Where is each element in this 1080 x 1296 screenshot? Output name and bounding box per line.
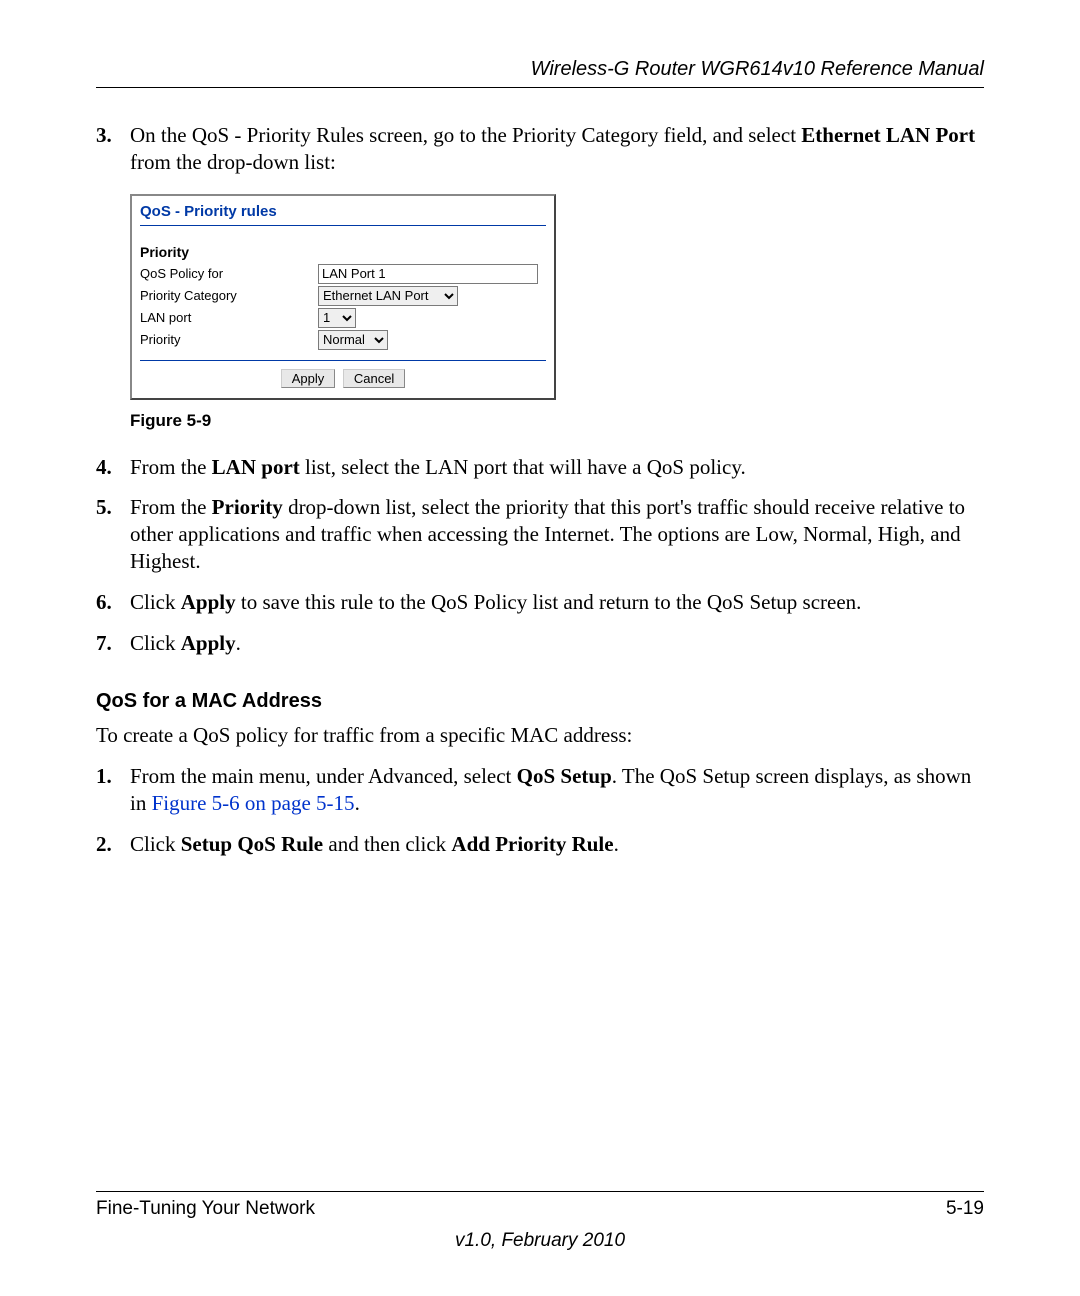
step-item: 2.Click Setup QoS Rule and then click Ad…: [96, 831, 984, 858]
priority-section-label: Priority: [140, 244, 546, 262]
priority-label: Priority: [140, 332, 318, 349]
priority-category-row: Priority Category Ethernet LAN Port: [140, 286, 546, 306]
bold-term: Apply: [181, 590, 236, 614]
page-header: Wireless-G Router WGR614v10 Reference Ma…: [96, 58, 984, 88]
footer-chapter: Fine-Tuning Your Network: [96, 1198, 315, 1220]
qos-policy-input[interactable]: [318, 264, 538, 284]
step-item: 4.From the LAN port list, select the LAN…: [96, 454, 984, 481]
apply-button[interactable]: Apply: [281, 369, 336, 388]
step-number: 5.: [96, 494, 130, 575]
qos-policy-row: QoS Policy for: [140, 264, 546, 284]
lan-port-select[interactable]: 1: [318, 308, 356, 328]
priority-category-label: Priority Category: [140, 288, 318, 305]
body-content: 3.On the QoS - Priority Rules screen, go…: [96, 122, 984, 858]
panel-divider: [140, 360, 546, 361]
page-footer: Fine-Tuning Your Network 5-19 v1.0, Febr…: [96, 1191, 984, 1252]
steps-list-a: 3.On the QoS - Priority Rules screen, go…: [96, 122, 984, 176]
step-number: 7.: [96, 630, 130, 657]
step-text: Click Apply.: [130, 630, 984, 657]
panel-title: QoS - Priority rules: [140, 196, 546, 226]
qos-priority-rules-panel: QoS - Priority rules Priority QoS Policy…: [130, 194, 556, 400]
bold-term: LAN port: [212, 455, 300, 479]
step-text: Click Apply to save this rule to the QoS…: [130, 589, 984, 616]
step-number: 2.: [96, 831, 130, 858]
cancel-button[interactable]: Cancel: [343, 369, 405, 388]
bold-term: Add Priority Rule: [451, 832, 613, 856]
priority-row: Priority Normal: [140, 330, 546, 350]
step-text: From the LAN port list, select the LAN p…: [130, 454, 984, 481]
step-text: From the main menu, under Advanced, sele…: [130, 763, 984, 817]
step-text: Click Setup QoS Rule and then click Add …: [130, 831, 984, 858]
bold-term: Apply: [181, 631, 236, 655]
step-item: 6.Click Apply to save this rule to the Q…: [96, 589, 984, 616]
cross-reference-link[interactable]: Figure 5-6 on page 5-15: [152, 791, 355, 815]
step-number: 1.: [96, 763, 130, 817]
figure-caption: Figure 5-9: [130, 410, 984, 432]
step-text: On the QoS - Priority Rules screen, go t…: [130, 122, 984, 176]
step-number: 6.: [96, 589, 130, 616]
step-item: 7.Click Apply.: [96, 630, 984, 657]
step-number: 3.: [96, 122, 130, 176]
priority-select[interactable]: Normal: [318, 330, 388, 350]
step-item: 3.On the QoS - Priority Rules screen, go…: [96, 122, 984, 176]
priority-category-select[interactable]: Ethernet LAN Port: [318, 286, 458, 306]
step-text: From the Priority drop-down list, select…: [130, 494, 984, 575]
bold-term: QoS Setup: [517, 764, 612, 788]
step-number: 4.: [96, 454, 130, 481]
lan-port-row: LAN port 1: [140, 308, 546, 328]
footer-page-number: 5-19: [946, 1198, 984, 1220]
footer-version: v1.0, February 2010: [96, 1230, 984, 1252]
step-item: 5.From the Priority drop-down list, sele…: [96, 494, 984, 575]
bold-term: Setup QoS Rule: [181, 832, 323, 856]
steps-list-b: 4.From the LAN port list, select the LAN…: [96, 454, 984, 657]
steps-list-c: 1.From the main menu, under Advanced, se…: [96, 763, 984, 858]
intro-paragraph: To create a QoS policy for traffic from …: [96, 722, 984, 749]
lan-port-label: LAN port: [140, 310, 318, 327]
bold-term: Priority: [212, 495, 283, 519]
figure-5-9: QoS - Priority rules Priority QoS Policy…: [130, 194, 984, 400]
qos-policy-label: QoS Policy for: [140, 266, 318, 283]
bold-term: Ethernet LAN Port: [801, 123, 975, 147]
subheading-qos-mac: QoS for a MAC Address: [96, 689, 984, 715]
step-item: 1.From the main menu, under Advanced, se…: [96, 763, 984, 817]
